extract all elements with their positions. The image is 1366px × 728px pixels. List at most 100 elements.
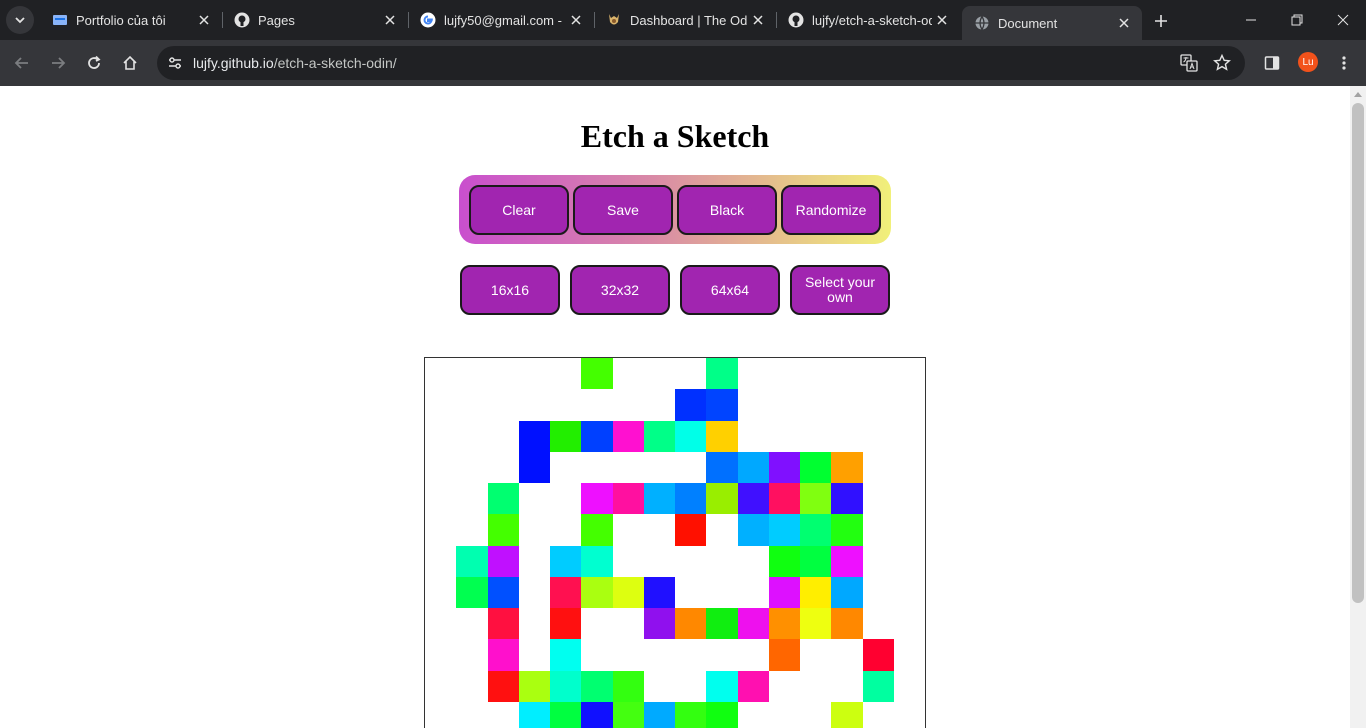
tab-portfolio[interactable]: Portfolio của tôi bbox=[40, 0, 223, 40]
grid-cell[interactable] bbox=[643, 420, 675, 452]
grid-cell[interactable] bbox=[518, 701, 550, 728]
grid-cell[interactable] bbox=[800, 545, 832, 577]
grid-cell[interactable] bbox=[487, 514, 519, 546]
grid-cell[interactable] bbox=[831, 545, 863, 577]
grid-cell[interactable] bbox=[550, 701, 582, 728]
grid-cell[interactable] bbox=[862, 639, 894, 671]
size-32-button[interactable]: 32x32 bbox=[570, 265, 670, 315]
side-panel-button[interactable] bbox=[1258, 49, 1286, 77]
tab-github-repo[interactable]: lujfy/etch-a-sketch-od bbox=[776, 0, 960, 40]
grid-cell[interactable] bbox=[800, 514, 832, 546]
grid-cell[interactable] bbox=[768, 639, 800, 671]
tab-pages[interactable]: Pages bbox=[222, 0, 409, 40]
grid-cell[interactable] bbox=[706, 358, 738, 390]
close-icon[interactable] bbox=[1114, 13, 1134, 33]
grid-cell[interactable] bbox=[768, 576, 800, 608]
grid-cell[interactable] bbox=[612, 483, 644, 515]
black-button[interactable]: Black bbox=[677, 185, 777, 235]
grid-cell[interactable] bbox=[675, 389, 707, 421]
translate-button[interactable] bbox=[1178, 52, 1200, 74]
sketch-grid[interactable] bbox=[424, 357, 926, 728]
address-bar[interactable]: lujfy.github.io/etch-a-sketch-odin/ bbox=[157, 46, 1245, 80]
grid-cell[interactable] bbox=[831, 514, 863, 546]
grid-cell[interactable] bbox=[706, 608, 738, 640]
grid-cell[interactable] bbox=[800, 483, 832, 515]
back-button[interactable] bbox=[8, 49, 36, 77]
grid-cell[interactable] bbox=[737, 670, 769, 702]
grid-cell[interactable] bbox=[737, 451, 769, 483]
grid-cell[interactable] bbox=[768, 483, 800, 515]
grid-cell[interactable] bbox=[831, 483, 863, 515]
grid-cell[interactable] bbox=[768, 451, 800, 483]
tab-search-button[interactable] bbox=[6, 6, 34, 34]
grid-cell[interactable] bbox=[800, 451, 832, 483]
tab-document[interactable]: Document bbox=[962, 6, 1142, 40]
grid-cell[interactable] bbox=[643, 483, 675, 515]
grid-cell[interactable] bbox=[518, 451, 550, 483]
grid-cell[interactable] bbox=[612, 420, 644, 452]
grid-cell[interactable] bbox=[550, 545, 582, 577]
grid-cell[interactable] bbox=[581, 701, 613, 728]
close-icon[interactable] bbox=[194, 10, 214, 30]
scrollbar-thumb[interactable] bbox=[1352, 103, 1364, 603]
grid-cell[interactable] bbox=[550, 576, 582, 608]
grid-cell[interactable] bbox=[706, 420, 738, 452]
tab-odin-dashboard[interactable]: Dashboard | The Odin bbox=[594, 0, 777, 40]
profile-avatar[interactable]: Lu bbox=[1298, 52, 1318, 72]
grid-cell[interactable] bbox=[581, 483, 613, 515]
close-icon[interactable] bbox=[380, 10, 400, 30]
grid-cell[interactable] bbox=[768, 514, 800, 546]
grid-cell[interactable] bbox=[456, 576, 488, 608]
grid-cell[interactable] bbox=[831, 701, 863, 728]
grid-cell[interactable] bbox=[643, 701, 675, 728]
grid-cell[interactable] bbox=[581, 358, 613, 390]
size-16-button[interactable]: 16x16 bbox=[460, 265, 560, 315]
menu-button[interactable] bbox=[1330, 49, 1358, 77]
grid-cell[interactable] bbox=[487, 639, 519, 671]
grid-cell[interactable] bbox=[487, 545, 519, 577]
grid-cell[interactable] bbox=[581, 576, 613, 608]
grid-cell[interactable] bbox=[706, 701, 738, 728]
grid-cell[interactable] bbox=[862, 670, 894, 702]
forward-button[interactable] bbox=[44, 49, 72, 77]
close-icon[interactable] bbox=[748, 10, 768, 30]
grid-cell[interactable] bbox=[550, 670, 582, 702]
new-tab-button[interactable] bbox=[1150, 10, 1172, 32]
clear-button[interactable]: Clear bbox=[469, 185, 569, 235]
grid-cell[interactable] bbox=[675, 608, 707, 640]
bookmark-button[interactable] bbox=[1211, 52, 1233, 74]
grid-cell[interactable] bbox=[675, 420, 707, 452]
grid-cell[interactable] bbox=[768, 545, 800, 577]
grid-cell[interactable] bbox=[612, 670, 644, 702]
grid-cell[interactable] bbox=[581, 545, 613, 577]
close-window-button[interactable] bbox=[1320, 0, 1366, 40]
grid-cell[interactable] bbox=[550, 420, 582, 452]
grid-cell[interactable] bbox=[518, 420, 550, 452]
save-button[interactable]: Save bbox=[573, 185, 673, 235]
grid-cell[interactable] bbox=[706, 670, 738, 702]
size-64-button[interactable]: 64x64 bbox=[680, 265, 780, 315]
grid-cell[interactable] bbox=[487, 483, 519, 515]
grid-cell[interactable] bbox=[643, 608, 675, 640]
grid-cell[interactable] bbox=[737, 608, 769, 640]
grid-cell[interactable] bbox=[675, 483, 707, 515]
grid-cell[interactable] bbox=[706, 451, 738, 483]
grid-cell[interactable] bbox=[518, 670, 550, 702]
minimize-button[interactable] bbox=[1228, 0, 1274, 40]
grid-cell[interactable] bbox=[643, 576, 675, 608]
custom-size-button[interactable]: Select your own bbox=[790, 265, 890, 315]
restore-button[interactable] bbox=[1274, 0, 1320, 40]
grid-cell[interactable] bbox=[831, 451, 863, 483]
grid-cell[interactable] bbox=[737, 483, 769, 515]
grid-cell[interactable] bbox=[487, 608, 519, 640]
close-icon[interactable] bbox=[566, 10, 586, 30]
grid-cell[interactable] bbox=[800, 576, 832, 608]
randomize-button[interactable]: Randomize bbox=[781, 185, 881, 235]
scroll-up-arrow-icon[interactable] bbox=[1354, 92, 1362, 97]
grid-cell[interactable] bbox=[581, 670, 613, 702]
grid-cell[interactable] bbox=[612, 576, 644, 608]
home-button[interactable] bbox=[116, 49, 144, 77]
grid-cell[interactable] bbox=[581, 514, 613, 546]
grid-cell[interactable] bbox=[487, 670, 519, 702]
grid-cell[interactable] bbox=[706, 389, 738, 421]
